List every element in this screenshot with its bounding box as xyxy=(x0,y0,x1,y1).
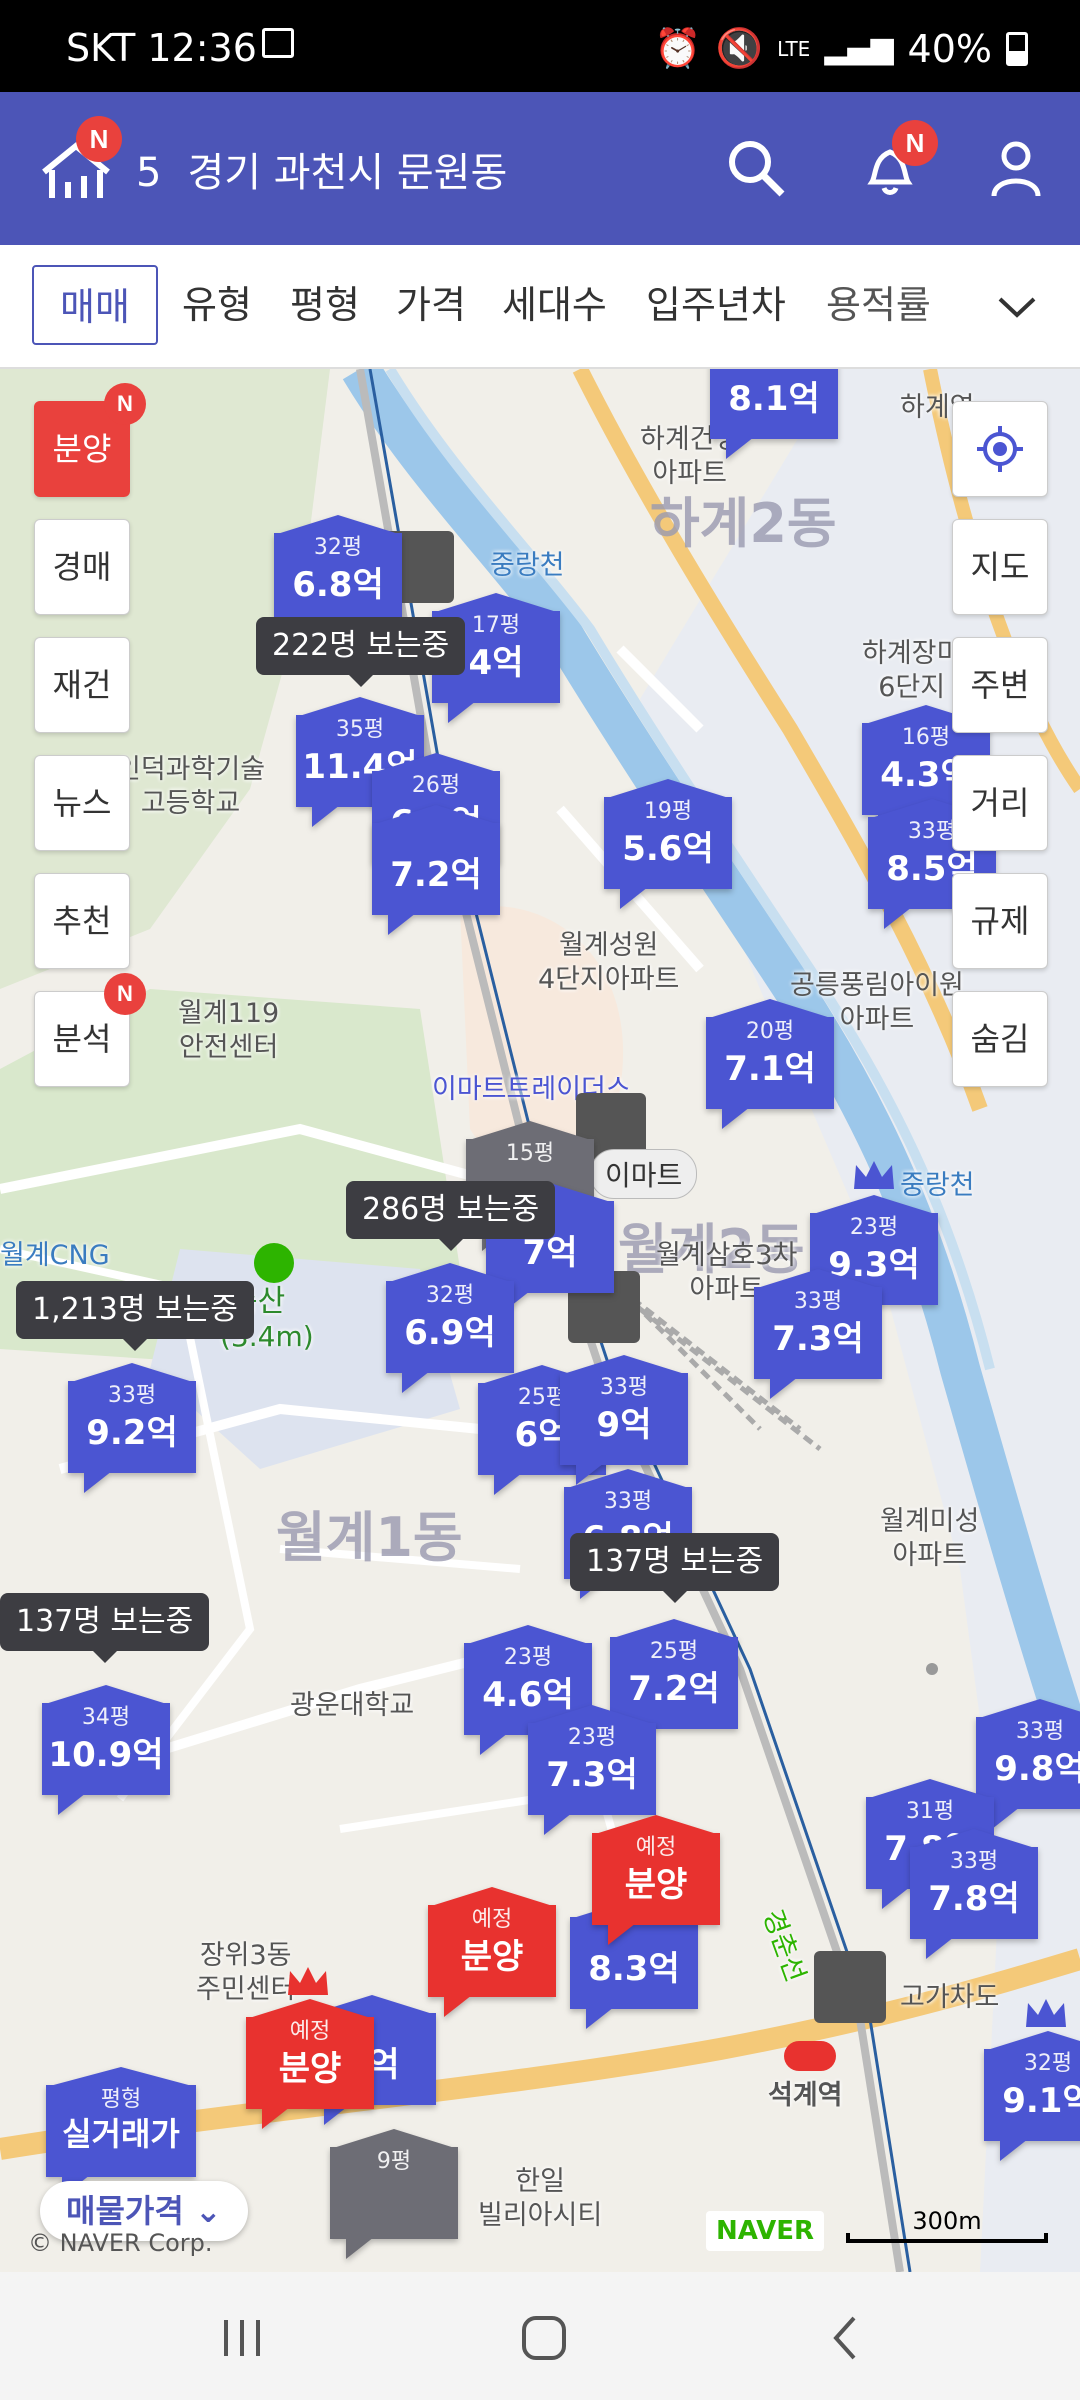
alarm-icon: ⏰ xyxy=(654,26,702,70)
place-label: 고가차도 xyxy=(900,1982,1000,2013)
naver-logo: NAVER xyxy=(706,2211,824,2251)
side-button-map[interactable]: 지도 xyxy=(952,519,1048,615)
crown-icon xyxy=(288,1967,328,1995)
price-marker[interactable]: 20평 7.1억 xyxy=(706,999,834,1129)
price-marker[interactable]: 33평 9억 xyxy=(560,1355,688,1485)
price-marker[interactable]: 9평 xyxy=(330,2129,458,2259)
place-label: 월계CNG xyxy=(0,1240,110,1271)
analysis-new-badge: N xyxy=(104,973,146,1015)
station-label: 석계역 xyxy=(768,2080,843,2111)
filter-households[interactable]: 세대수 xyxy=(502,265,607,345)
price-marker[interactable]: 7.2억 xyxy=(372,805,500,935)
filter-type[interactable]: 유형 xyxy=(182,265,252,345)
filter-size[interactable]: 평형 xyxy=(290,265,360,345)
signal-icon: ▂▄▆ xyxy=(824,31,894,66)
side-button-regulation[interactable]: 규제 xyxy=(952,873,1048,969)
price-marker[interactable]: 34평 10.9억 xyxy=(42,1685,170,1815)
filter-trade-type[interactable]: 매매 xyxy=(32,265,158,345)
system-nav-bar xyxy=(0,2272,1080,2400)
place-label: 월계성원 4단지아파트 xyxy=(538,930,680,995)
place-label: 월계119 안전센터 xyxy=(178,998,280,1063)
viewer-count-tooltip: 137명 보는중 xyxy=(0,1593,210,1663)
recent-apps-icon[interactable] xyxy=(212,2308,272,2368)
filter-floor-area-ratio[interactable]: 용적률 xyxy=(826,265,931,345)
status-carrier-time: SKT 12:36 xyxy=(66,26,257,70)
price-marker[interactable]: 32평 9.1억 xyxy=(984,2031,1080,2161)
river-label: 중랑천 xyxy=(490,550,565,581)
price-marker[interactable]: 23평 7.3억 xyxy=(528,1705,656,1835)
battery-percent: 40% xyxy=(907,26,992,71)
side-button-hide[interactable]: 숨김 xyxy=(952,991,1048,1087)
place-label: 월계미성 아파트 xyxy=(880,1506,980,1571)
area-name-wolgye1: 월계1동 xyxy=(276,1506,463,1569)
viewer-count-tooltip: 222명 보는중 xyxy=(256,617,466,687)
notification-badge: N xyxy=(892,120,938,166)
chevron-down-icon: ⌄ xyxy=(194,2192,222,2230)
location-selector[interactable]: 5 경기 과천시 문원동 xyxy=(136,140,507,198)
station-marker-icon xyxy=(784,2041,836,2071)
presale-marker[interactable]: 예정 분양 xyxy=(592,1815,720,1945)
place-label: 한일 빌리아시티 xyxy=(478,2166,603,2231)
area-name-hagye2: 하계2동 xyxy=(650,492,837,555)
side-button-news[interactable]: 뉴스 xyxy=(34,755,130,851)
presale-marker[interactable]: 예정 분양 xyxy=(428,1887,556,2017)
price-marker[interactable]: 33평 7.3억 xyxy=(754,1269,882,1399)
side-button-rebuild[interactable]: 재건 xyxy=(34,637,130,733)
chevron-down-icon[interactable] xyxy=(992,281,1042,331)
app-header: N 5 경기 과천시 문원동 N xyxy=(0,92,1080,245)
crown-icon xyxy=(854,1161,894,1189)
side-button-nearby[interactable]: 주변 xyxy=(952,637,1048,733)
price-marker[interactable]: 8.1억 xyxy=(710,369,838,459)
place-label: 하계장미 6단지 xyxy=(862,638,962,703)
legend-marker: 평형 실거래가 xyxy=(46,2067,196,2197)
filter-bar: 매매 유형 평형 가격 세대수 입주년차 용적률 xyxy=(0,245,1080,369)
crosshair-icon xyxy=(977,426,1023,472)
home-icon[interactable] xyxy=(514,2308,574,2368)
search-icon[interactable] xyxy=(724,136,788,200)
viewer-count-tooltip: 286명 보는중 xyxy=(346,1181,556,1251)
map-scale: 300m xyxy=(846,2207,1048,2245)
viewer-count-tooltip: 137명 보는중 xyxy=(570,1533,780,1603)
price-marker[interactable]: 33평 9.2억 xyxy=(68,1363,196,1493)
place-label: 인덕과학기술 고등학교 xyxy=(116,754,266,819)
price-marker[interactable]: 19평 5.6억 xyxy=(604,779,732,909)
status-bar: SKT 12:36 ⏰ 🔇 LTE ▂▄▆ 40% xyxy=(0,0,1080,92)
location-count: 5 xyxy=(136,150,162,196)
map-view[interactable]: 하계2동 월계2동 월계1동 하계건영 아파트 중랑천 인덕과학기술 고등학교 … xyxy=(0,369,1080,2272)
lte-label: LTE xyxy=(777,36,811,61)
crown-icon xyxy=(1026,1999,1066,2027)
image-icon xyxy=(262,28,294,58)
price-marker[interactable]: 33평 7.8억 xyxy=(910,1829,1038,1959)
filter-price[interactable]: 가격 xyxy=(396,265,466,345)
place-label: 장위3동 주민센터 xyxy=(196,1940,296,2005)
scale-label: 300m xyxy=(912,2207,982,2235)
location-name: 경기 과천시 문원동 xyxy=(187,150,508,196)
presale-new-badge: N xyxy=(104,383,146,425)
mute-icon: 🔇 xyxy=(715,26,764,70)
price-type-label: 매물가격 xyxy=(66,2192,184,2230)
profile-icon[interactable] xyxy=(984,136,1048,200)
battery-icon xyxy=(1006,31,1028,66)
map-copyright: © NAVER Corp. xyxy=(28,2229,213,2257)
side-button-auction[interactable]: 경매 xyxy=(34,519,130,615)
filter-move-in-year[interactable]: 입주년차 xyxy=(646,265,786,345)
header-new-badge: N xyxy=(76,116,122,162)
presale-marker[interactable]: 예정 분양 xyxy=(246,1999,374,2129)
back-icon[interactable] xyxy=(816,2308,876,2368)
place-label: 광운대학교 xyxy=(290,1690,415,1721)
mountain-icon xyxy=(254,1243,294,1283)
my-location-button[interactable] xyxy=(952,401,1048,497)
subway-icon[interactable] xyxy=(814,1951,886,2023)
side-button-distance[interactable]: 거리 xyxy=(952,755,1048,851)
side-button-recommend[interactable]: 추천 xyxy=(34,873,130,969)
viewer-count-tooltip: 1,213명 보는중 xyxy=(16,1281,254,1351)
